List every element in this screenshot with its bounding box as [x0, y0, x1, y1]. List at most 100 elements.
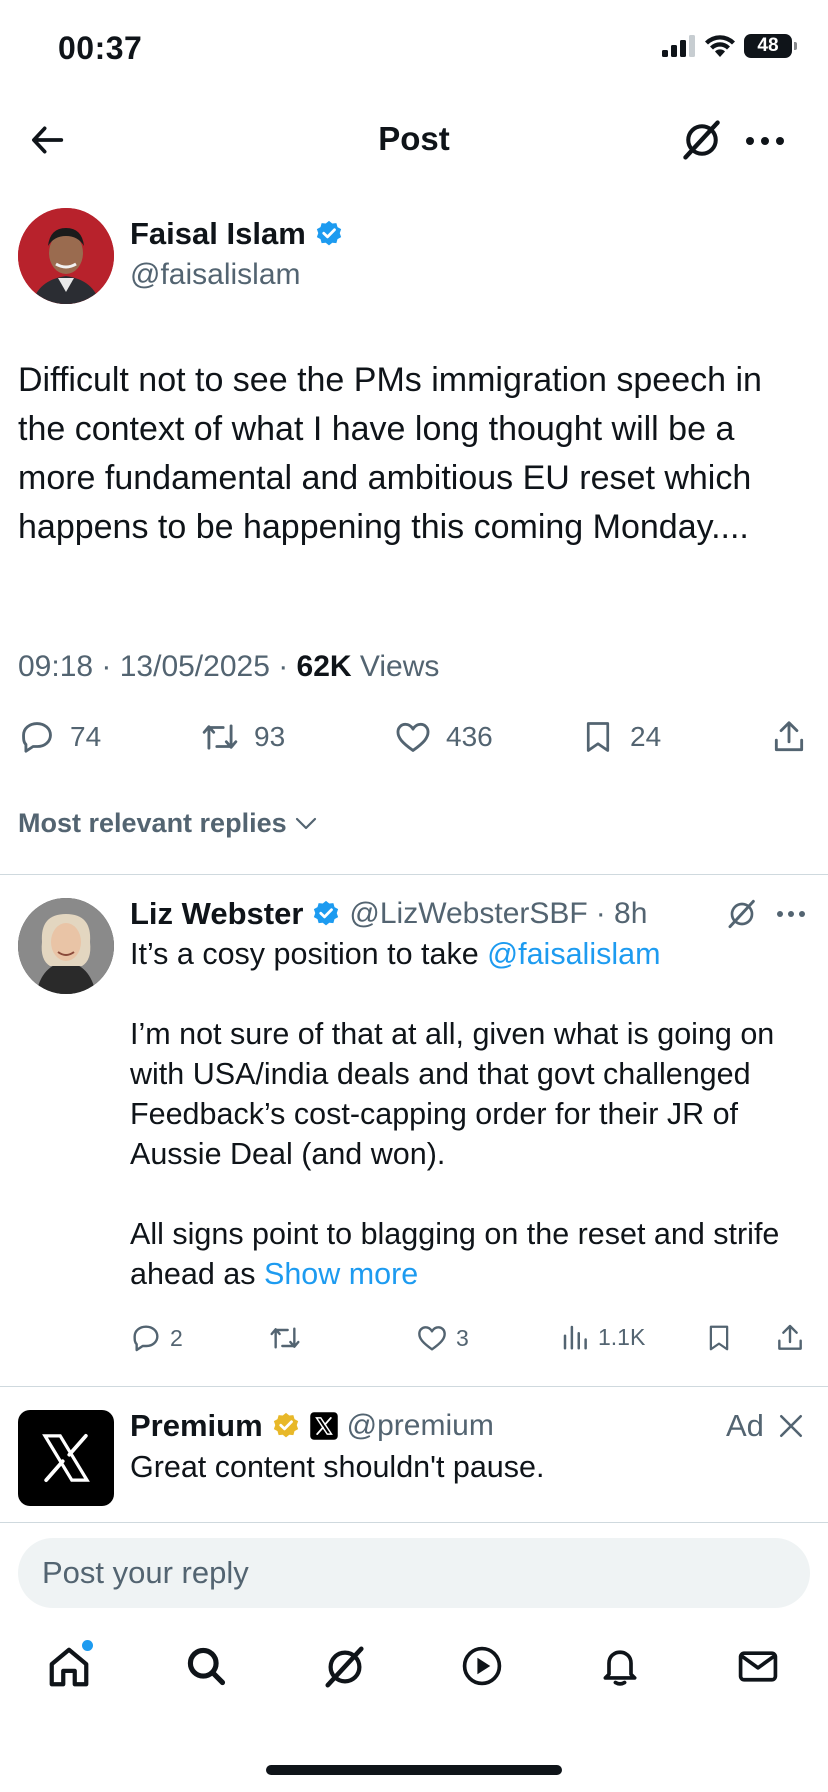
show-more-link[interactable]: Show more	[264, 1257, 418, 1291]
home-icon	[49, 1647, 89, 1687]
tab-messages[interactable]	[736, 1644, 780, 1688]
ad-avatar[interactable]	[18, 1410, 114, 1506]
grok-button[interactable]	[680, 118, 724, 162]
home-indicator	[266, 1765, 562, 1775]
replies-sort-label: Most relevant replies	[18, 808, 287, 838]
author-name-row[interactable]: Faisal Islam	[130, 216, 344, 252]
divider	[0, 874, 828, 875]
reply-button[interactable]: 74	[18, 718, 101, 756]
divider	[0, 1522, 828, 1523]
views-label: Views	[351, 650, 440, 683]
reply-paragraph-2: I’m not sure of that at all, given what …	[130, 1017, 775, 1171]
reply-views-button[interactable]: 1.1K	[560, 1322, 645, 1352]
search-icon	[187, 1647, 226, 1686]
reply-actions: 2 3 1.1K	[130, 1322, 810, 1362]
bookmark-icon	[709, 1325, 729, 1351]
reply-paragraph-3: All signs point to blagging on the reset…	[130, 1217, 780, 1291]
chevron-down-icon	[295, 817, 316, 829]
author-handle[interactable]: @faisalislam	[130, 258, 301, 292]
reply-reply-button[interactable]: 2	[130, 1322, 183, 1354]
repost-count: 93	[254, 721, 286, 752]
ad-handle[interactable]: @premium	[347, 1409, 494, 1443]
ad-header: Premium @premium	[130, 1408, 494, 1444]
reply-bookmark-button[interactable]	[704, 1322, 734, 1354]
reply-text: It’s a cosy position to take @faisalisla…	[130, 934, 810, 1294]
battery-indicator: 48	[744, 34, 797, 58]
reply-more-button[interactable]	[776, 910, 806, 918]
grok-icon	[728, 899, 755, 929]
bookmark-icon	[586, 722, 610, 752]
reply-icon	[22, 722, 52, 753]
ad-text: Great content shouldn't pause.	[130, 1450, 545, 1484]
share-icon	[774, 721, 804, 752]
tab-grok[interactable]	[322, 1644, 368, 1690]
grok-icon	[325, 1646, 364, 1688]
play-icon	[462, 1646, 502, 1686]
reply-avatar[interactable]	[18, 898, 114, 994]
views-icon	[563, 1325, 587, 1350]
author-avatar[interactable]	[18, 208, 114, 304]
like-icon	[396, 722, 430, 752]
more-icon	[746, 137, 784, 145]
bell-icon	[603, 1650, 637, 1686]
reply-like-button[interactable]: 3	[416, 1322, 469, 1354]
reply-repost-button[interactable]	[268, 1322, 302, 1354]
post-actions: 74 93 436 24	[18, 718, 810, 764]
reply-time: · 8h	[595, 897, 648, 930]
post-meta: 09:18 · 13/05/2025 · 62K Views	[18, 650, 439, 684]
reply-mention-link[interactable]: @faisalislam	[487, 937, 660, 971]
author-name[interactable]: Faisal Islam	[130, 216, 306, 252]
verified-icon	[316, 220, 341, 246]
tab-notifications[interactable]	[598, 1644, 642, 1688]
reply-input-placeholder: Post your reply	[42, 1555, 249, 1590]
status-icons: 48	[662, 34, 797, 58]
reply-icon	[133, 1325, 159, 1352]
close-icon[interactable]	[778, 1413, 804, 1439]
reply-grok-button[interactable]	[726, 898, 758, 930]
like-button[interactable]: 436	[394, 718, 493, 756]
more-icon	[777, 911, 805, 917]
views-count: 62K	[296, 650, 352, 683]
x-logo-icon	[42, 1433, 90, 1483]
repost-button[interactable]: 93	[200, 718, 285, 756]
ad-author-name[interactable]: Premium	[130, 1408, 263, 1444]
tab-video[interactable]	[460, 1644, 504, 1688]
reply-header: Liz Webster @LizWebsterSBF · 8h	[130, 896, 647, 932]
divider	[0, 1386, 828, 1387]
signal-icon	[662, 35, 695, 57]
reply-author-name[interactable]: Liz Webster	[130, 896, 303, 932]
mail-icon	[738, 1651, 778, 1682]
ad-tag-row: Ad	[726, 1408, 804, 1444]
wifi-icon	[705, 35, 735, 57]
tab-search[interactable]	[184, 1644, 228, 1688]
notification-dot	[82, 1640, 93, 1651]
like-icon	[418, 1326, 446, 1351]
verified-gold-icon	[273, 1412, 298, 1438]
status-time: 00:37	[58, 30, 143, 66]
repost-icon	[202, 724, 238, 750]
grok-icon	[683, 120, 720, 160]
reply-share-button[interactable]	[774, 1322, 806, 1354]
share-icon	[778, 1324, 802, 1350]
tab-bar	[0, 1640, 828, 1704]
x-badge-icon	[309, 1412, 338, 1440]
like-count: 436	[446, 721, 493, 752]
reply-count: 74	[70, 721, 102, 752]
verified-icon	[314, 900, 339, 926]
reply-reply-count: 2	[170, 1324, 183, 1351]
post-text: Difficult not to see the PMs immigration…	[18, 361, 762, 546]
share-button[interactable]	[770, 718, 808, 756]
more-options-button[interactable]	[745, 136, 785, 146]
reply-author-handle[interactable]: @LizWebsterSBF	[349, 897, 587, 931]
repost-icon	[270, 1327, 300, 1349]
reply-line1: It’s a cosy position to take	[130, 937, 488, 971]
tab-home[interactable]	[46, 1640, 93, 1690]
replies-sort-dropdown[interactable]: Most relevant replies	[18, 808, 317, 839]
ad-label: Ad	[726, 1408, 764, 1443]
bookmark-count: 24	[630, 721, 662, 752]
post-timestamp: 09:18 · 13/05/2025 ·	[18, 650, 297, 683]
reply-views-count: 1.1K	[598, 1323, 646, 1350]
reply-input[interactable]: Post your reply	[18, 1538, 810, 1608]
reply-like-count: 3	[456, 1324, 469, 1351]
bookmark-button[interactable]: 24	[580, 718, 661, 756]
